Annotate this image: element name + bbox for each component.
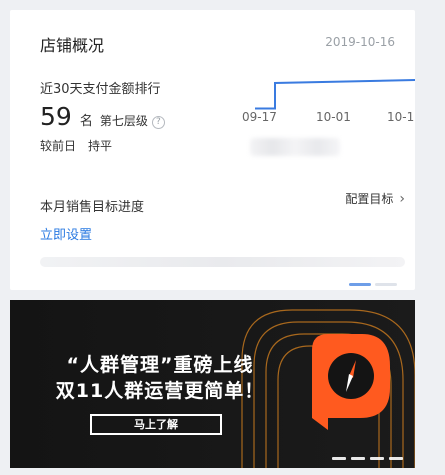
x-tick-label: 10-16 xyxy=(387,110,415,124)
date-label: 2019-10-16 xyxy=(325,35,395,49)
rank-row: 59 名 第七层级 ? xyxy=(40,102,165,132)
rank-label: 近30天支付金额排行 xyxy=(40,82,161,97)
x-tick-label: 09-17 xyxy=(242,110,277,124)
banner-headline-1: “人群管理”重磅上线 xyxy=(66,354,254,376)
set-now-link[interactable]: 立即设置 xyxy=(40,224,92,243)
compass-logo xyxy=(312,334,390,430)
config-target-button[interactable]: 配置目标 › xyxy=(345,190,405,207)
compare-row: 较前日 持平 xyxy=(40,137,112,154)
store-overview-card: 店铺概况 2019-10-16 近30天支付金额排行 59 名 第七层级 ? 较… xyxy=(10,10,415,290)
rank-value: 59 xyxy=(40,102,72,131)
card-pager xyxy=(349,283,397,286)
promo-banner[interactable]: “人群管理”重磅上线 双11人群运营更简单！ 马上了解 xyxy=(10,300,415,468)
pager-dot-active[interactable] xyxy=(349,283,371,286)
trend-x-axis: 09-17 10-01 10-16 xyxy=(242,110,415,126)
banner-pager-dot[interactable] xyxy=(370,457,384,460)
learn-more-button[interactable]: 马上了解 xyxy=(90,414,222,435)
banner-pager-dot[interactable] xyxy=(351,457,365,460)
rank-level: 第七层级 xyxy=(99,114,148,128)
help-icon[interactable]: ? xyxy=(151,116,165,129)
banner-pager xyxy=(332,457,403,460)
target-title: 本月销售目标进度 xyxy=(40,200,145,215)
blurred-content xyxy=(250,138,340,156)
rank-unit: 名 xyxy=(79,114,93,129)
compare-value: 持平 xyxy=(88,139,113,153)
chevron-right-icon: › xyxy=(399,191,405,207)
target-progress-bar xyxy=(40,257,405,267)
compare-label: 较前日 xyxy=(40,139,77,153)
banner-pager-dot[interactable] xyxy=(332,457,346,460)
x-tick-label: 10-01 xyxy=(316,110,351,124)
banner-headline-2: 双11人群运营更简单！ xyxy=(55,380,265,402)
card-title: 店铺概况 xyxy=(40,36,105,55)
pager-dot[interactable] xyxy=(375,283,397,286)
config-target-label: 配置目标 xyxy=(345,192,394,206)
banner-pager-dot[interactable] xyxy=(389,457,403,460)
trend-line xyxy=(255,79,415,110)
